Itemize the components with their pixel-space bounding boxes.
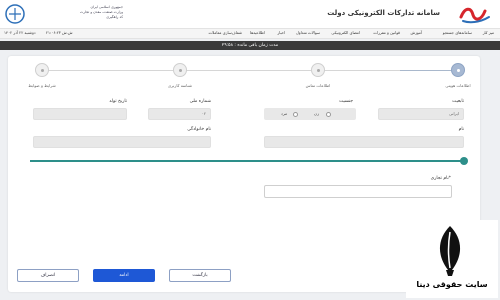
step-label-contact: اطلاعات تماس bbox=[305, 83, 331, 88]
national-id-field[interactable]: ۰۲ bbox=[148, 108, 211, 120]
gender-radio-group bbox=[264, 108, 356, 120]
birth-date-field[interactable] bbox=[33, 108, 127, 120]
back-button[interactable]: بازگشت bbox=[169, 269, 231, 282]
section-divider bbox=[30, 160, 464, 162]
nationality-label: تابعیت bbox=[452, 99, 464, 104]
nav-item-dashboard[interactable]: میز کار bbox=[483, 29, 494, 36]
nationality-select[interactable]: ایرانی bbox=[378, 108, 464, 120]
first-name-label: نام bbox=[458, 127, 464, 132]
step-dot bbox=[41, 69, 44, 72]
national-id-label: شماره ملی bbox=[189, 99, 211, 104]
nav-item-faq[interactable]: سوالات متداول bbox=[296, 29, 320, 36]
step-identity bbox=[451, 63, 465, 77]
next-button[interactable]: ادامه bbox=[93, 269, 155, 282]
gender-male-radio[interactable] bbox=[293, 111, 298, 117]
watermark-text: سایت حقوقی دینا bbox=[416, 280, 488, 289]
gender-male-label: مرد bbox=[281, 111, 288, 116]
stepper-track-progress bbox=[400, 70, 458, 71]
current-date: دوشنبه ۲۲ آذر ۱۴۰۲ bbox=[4, 30, 36, 35]
nav-item-transparency[interactable]: شفاف‌سازی معاملات bbox=[209, 29, 242, 36]
step-dot bbox=[317, 69, 320, 72]
organization-text: جمهوری اسلامی ایران وزارت صنعت، معدن و ت… bbox=[28, 5, 123, 20]
trade-name-label: نام تجاری* bbox=[430, 176, 451, 181]
cancel-button[interactable]: انصراف bbox=[17, 269, 79, 282]
last-name-label: نام خانوادگی bbox=[187, 127, 211, 132]
step-label-terms: شرایط و ضوابط bbox=[28, 83, 56, 88]
stepper-track bbox=[38, 70, 458, 71]
section-divider-knob bbox=[460, 157, 468, 165]
nav-item-regulations[interactable]: قوانین و مقررات bbox=[373, 29, 400, 36]
ministry-emblem-icon bbox=[5, 4, 25, 24]
setad-logo[interactable] bbox=[457, 3, 493, 25]
current-time: ۲۱:۰۶:۲۳ ش.ش bbox=[46, 30, 73, 35]
step-user-id bbox=[173, 63, 187, 77]
session-timer-text: مدت زمان باقی مانده : ۲۹:۵۸ bbox=[221, 43, 279, 48]
quill-logo-icon bbox=[439, 226, 461, 276]
first-name-field[interactable] bbox=[264, 136, 464, 148]
step-dot bbox=[179, 69, 182, 72]
birth-date-label: تاریخ تولد bbox=[109, 99, 127, 104]
step-terms bbox=[35, 63, 49, 77]
nav-item-training[interactable]: آموزش bbox=[410, 29, 422, 36]
nav-item-e-signature[interactable]: امضای الکترونیکی bbox=[331, 29, 360, 36]
gender-label: جنسیت bbox=[339, 99, 353, 104]
nav-item-announcements[interactable]: اطلاعیه‌ها bbox=[250, 29, 265, 36]
trade-name-field[interactable] bbox=[264, 185, 452, 198]
gender-female-label: زن bbox=[314, 111, 319, 116]
org-line: کد راهگیری bbox=[106, 15, 123, 19]
step-label-user-id: شناسه کاربری bbox=[167, 83, 193, 88]
last-name-field[interactable] bbox=[33, 136, 211, 148]
system-title: سامانه تدارکات الکترونیکی دولت bbox=[327, 9, 440, 17]
step-dot bbox=[457, 69, 460, 72]
step-contact bbox=[311, 63, 325, 77]
gender-female-radio[interactable] bbox=[326, 111, 331, 117]
step-label-identity: اطلاعات هویتی bbox=[445, 83, 471, 88]
nav-item-search-systems[interactable]: سامانه‌های جستجو bbox=[443, 29, 472, 36]
nav-item-news[interactable]: اخبار bbox=[277, 29, 285, 36]
